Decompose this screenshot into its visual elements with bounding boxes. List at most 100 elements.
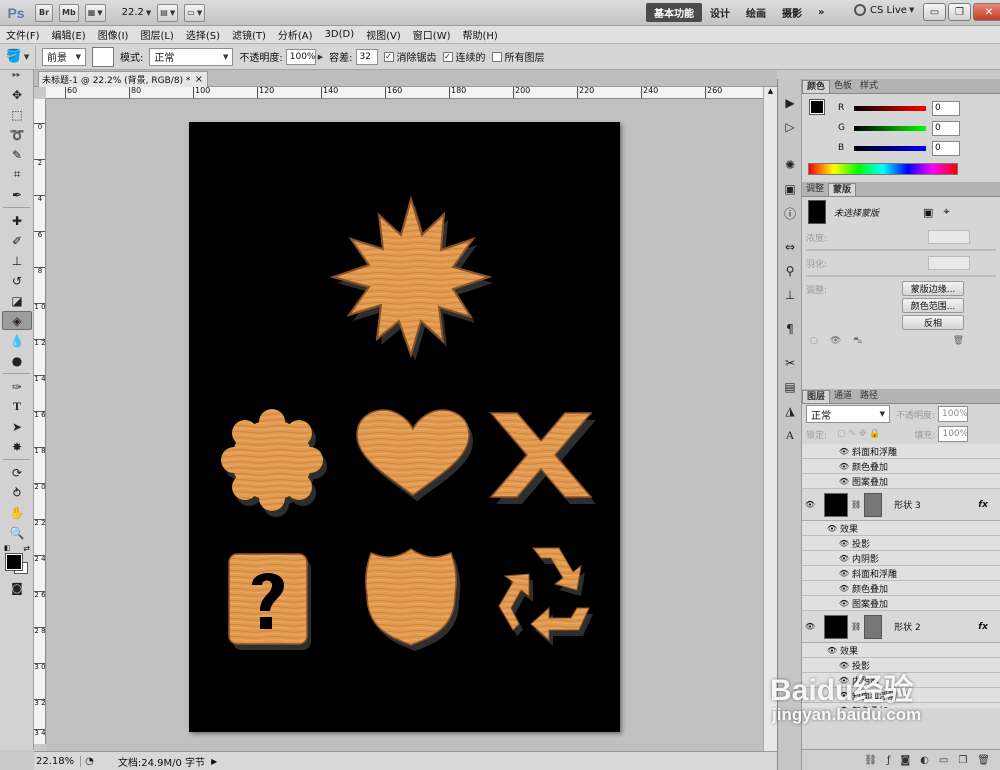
add-style-icon[interactable]: ƒ <box>887 755 891 766</box>
brush-panel-icon[interactable]: ✺ <box>779 155 801 175</box>
workspace-essentials[interactable]: 基本功能 <box>646 3 702 22</box>
eyedropper-tool-icon[interactable]: ✒ <box>2 185 32 204</box>
color-swatches[interactable]: ◧ ⇄ <box>2 544 32 576</box>
default-colors-icon[interactable]: ◧ <box>4 544 11 552</box>
effects-group-row[interactable]: 👁 效果 <box>802 521 1000 536</box>
color-range-button[interactable]: 颜色范围... <box>902 298 964 313</box>
menu-analysis[interactable]: 分析(A) <box>272 27 319 42</box>
dodge-tool-icon[interactable]: ● <box>2 351 32 370</box>
minimize-icon[interactable]: ▭ <box>923 3 946 21</box>
close-icon[interactable]: ✕ <box>973 3 1000 21</box>
menu-filter[interactable]: 滤镜(T) <box>226 27 272 42</box>
eye-icon[interactable]: 👁 <box>836 539 852 548</box>
notes-panel-icon[interactable]: ▤ <box>779 377 801 397</box>
tolerance-input[interactable]: 32 <box>355 48 378 65</box>
shape-tool-icon[interactable]: ✸ <box>2 437 32 456</box>
path-selection-tool-icon[interactable]: ➤ <box>2 417 32 436</box>
add-mask-icon[interactable]: ◙ <box>900 755 910 766</box>
tool-presets-panel-icon[interactable]: ⊥ <box>779 285 801 305</box>
status-menu-icon[interactable]: ▶ <box>211 757 217 766</box>
status-zoom[interactable]: 22.18% <box>36 755 82 767</box>
new-adjustment-icon[interactable]: ◐ <box>920 755 929 766</box>
paragraph-mark-icon[interactable]: ¶ <box>779 319 801 339</box>
layer-effect-row[interactable]: 👁 图案叠加 <box>802 474 1000 489</box>
view-extras-button[interactable]: ▦ ▼ <box>84 3 106 22</box>
red-slider[interactable] <box>854 105 926 111</box>
status-icon[interactable]: ◔ <box>85 756 94 767</box>
zoom-level[interactable]: 22.2 ▼ <box>122 7 152 18</box>
3d-rotate-tool-icon[interactable]: ⟳ <box>2 463 32 482</box>
vertical-scrollbar[interactable]: ▲ <box>763 87 777 751</box>
green-slider[interactable] <box>854 125 926 131</box>
eye-icon[interactable]: 👁 <box>836 447 852 456</box>
blend-mode-select[interactable]: 正常 ▼ <box>806 405 890 423</box>
blue-slider[interactable] <box>854 145 926 151</box>
text-panel-icon[interactable]: A <box>779 425 801 445</box>
restore-icon[interactable]: ❐ <box>948 3 971 21</box>
green-value[interactable]: 0 <box>932 120 960 136</box>
layer-row-shape3[interactable]: 👁 ⛓ 形状 3 fx <box>802 489 1000 521</box>
eye-icon[interactable]: 👁 <box>836 554 852 563</box>
layer-effect-row[interactable]: 👁 内阴影 <box>802 551 1000 566</box>
eye-icon[interactable]: 👁 <box>836 599 852 608</box>
workspace-design[interactable]: 设计 <box>702 3 738 22</box>
vector-mask-icon[interactable]: ⌖ <box>943 205 949 219</box>
3d-orbit-tool-icon[interactable]: ⥁ <box>2 483 32 502</box>
move-tool-icon[interactable]: ✥ <box>2 85 32 104</box>
antialias-checkbox[interactable]: ✓ <box>383 51 394 62</box>
eye-icon[interactable]: 👁 <box>836 661 852 670</box>
tab-color[interactable]: 颜色 <box>802 80 831 93</box>
close-tab-icon[interactable]: × <box>195 74 203 85</box>
3d-panel-icon[interactable]: ◮ <box>779 401 801 421</box>
tool-preset-picker[interactable]: 🪣 ▼ <box>0 45 36 68</box>
layer-row-shape2[interactable]: 👁 ⛓ 形状 2 fx <box>802 611 1000 643</box>
new-group-icon[interactable]: ▭ <box>939 755 948 766</box>
disable-mask-icon[interactable]: ⛍ <box>853 336 862 347</box>
mask-edge-button[interactable]: 蒙版边缘... <box>902 281 964 296</box>
menu-3d[interactable]: 3D(D) <box>319 29 361 40</box>
menu-view[interactable]: 视图(V) <box>360 27 407 42</box>
toolbox-collapse-icon[interactable]: ▸▸ <box>0 70 33 84</box>
question-box-shape[interactable] <box>228 553 311 650</box>
lock-icons[interactable]: ▢ ✎ ✥ 🔒 <box>837 429 880 439</box>
mini-bridge-button[interactable]: Mb <box>59 3 79 22</box>
canvas-area[interactable] <box>46 99 763 751</box>
tab-adjustments[interactable]: 调整 <box>802 183 828 196</box>
paragraph-panel-icon[interactable]: ⚲ <box>779 261 801 281</box>
fill-source-select[interactable]: 前景 ▼ <box>42 47 86 66</box>
eye-icon[interactable]: 👁 <box>802 622 818 631</box>
clone-stamp-tool-icon[interactable]: ⊥ <box>2 251 32 270</box>
actions-panel-icon[interactable]: ▷ <box>779 117 801 137</box>
scroll-up-icon[interactable]: ▲ <box>764 87 777 95</box>
layer-effect-row[interactable]: 👁 斜面和浮雕 <box>802 444 1000 459</box>
history-panel-icon[interactable]: ▶ <box>779 93 801 113</box>
new-layer-icon[interactable]: ❐ <box>958 755 967 766</box>
quick-selection-tool-icon[interactable]: ✎ <box>2 145 32 164</box>
layer-effect-row[interactable]: 👁 投影 <box>802 658 1000 673</box>
pen-tool-icon[interactable]: ✑ <box>2 377 32 396</box>
layer-effect-row[interactable]: 👁 投影 <box>802 536 1000 551</box>
menu-file[interactable]: 文件(F) <box>0 27 46 42</box>
eye-icon[interactable]: 👁 <box>836 477 852 486</box>
eye-icon[interactable]: 👁 <box>824 646 840 655</box>
menu-edit[interactable]: 编辑(E) <box>46 27 92 42</box>
paint-bucket-tool-icon[interactable]: ◈ <box>2 311 32 330</box>
workspace-photography[interactable]: 摄影 <box>774 3 810 22</box>
hand-tool-icon[interactable]: ✋ <box>2 503 32 522</box>
layer-effect-row[interactable]: 👁颜色叠加 <box>802 581 1000 596</box>
delete-layer-icon[interactable]: 🗑 <box>977 755 990 766</box>
pattern-swatch[interactable] <box>92 46 114 67</box>
quick-mask-icon[interactable]: ◙ <box>2 578 32 597</box>
invert-button[interactable]: 反相 <box>902 315 964 330</box>
document-canvas[interactable] <box>189 122 620 732</box>
eye-icon[interactable]: 👁 <box>802 500 818 509</box>
effects-group-row[interactable]: 👁 效果 <box>802 643 1000 658</box>
menu-window[interactable]: 窗口(W) <box>407 27 457 42</box>
menu-help[interactable]: 帮助(H) <box>457 27 504 42</box>
tab-swatches[interactable]: 色板 <box>830 80 856 93</box>
history-brush-tool-icon[interactable]: ↺ <box>2 271 32 290</box>
brush-tool-icon[interactable]: ✐ <box>2 231 32 250</box>
opacity-input[interactable]: 100% <box>285 48 316 65</box>
cs-live-button[interactable]: CS Live ▼ <box>854 4 914 16</box>
pixel-mask-icon[interactable]: ▣ <box>923 206 933 219</box>
